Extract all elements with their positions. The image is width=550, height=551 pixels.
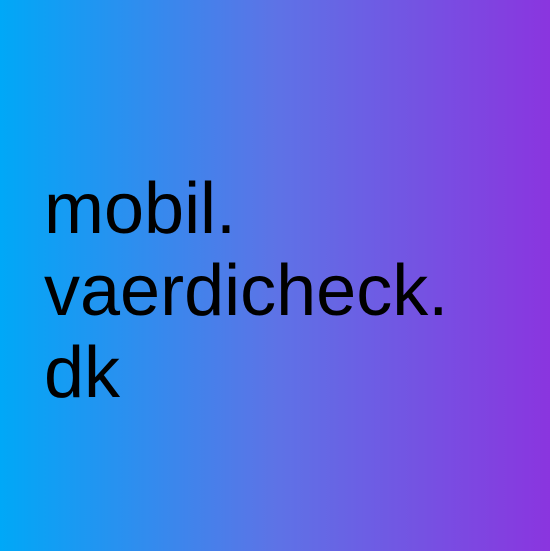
domain-line-1: mobil. (44, 169, 237, 249)
domain-name-text: mobil. vaerdicheck. dk (44, 168, 544, 414)
domain-line-2: vaerdicheck. (44, 251, 449, 331)
banner-canvas: mobil. vaerdicheck. dk (0, 0, 550, 551)
domain-line-3: dk (44, 333, 121, 413)
